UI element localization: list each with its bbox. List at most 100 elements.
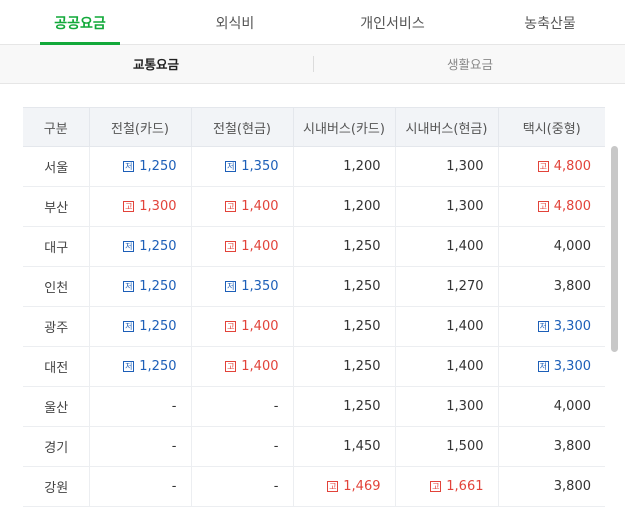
column-header: 택시(중형): [497, 107, 605, 147]
column-header: 시내버스(카드): [292, 107, 395, 147]
high-price-badge: 고: [225, 361, 237, 372]
region-cell: 서울: [23, 146, 89, 187]
price-value: 4,000: [553, 239, 591, 254]
price-cell: 3,800: [497, 266, 605, 307]
price-cell: 1,250: [292, 266, 395, 307]
price-cell: 1,400: [394, 306, 498, 347]
price-cell: 3,800: [497, 466, 605, 507]
low-price-badge: 저: [123, 281, 135, 292]
region-cell: 대구: [23, 226, 89, 267]
price-cell: 1,300: [394, 186, 498, 227]
region-cell: 부산: [23, 186, 89, 227]
tab-dining-costs[interactable]: 외식비: [195, 0, 275, 44]
category-tabs: 공공요금 외식비 개인서비스 농축산물: [0, 0, 625, 45]
price-cell: -: [88, 466, 191, 507]
scrollbar-thumb[interactable]: [611, 146, 618, 352]
price-cell: 고 1,661: [394, 466, 498, 507]
price-value: 1,400: [241, 359, 279, 374]
price-value: 1,400: [241, 319, 279, 334]
subtab-label: 교통요금: [132, 57, 179, 72]
price-value: 1,250: [343, 399, 381, 414]
price-value: 3,800: [553, 279, 591, 294]
price-cell: 고 1,300: [88, 186, 191, 227]
price-value: 1,450: [343, 439, 381, 454]
high-price-badge: 고: [537, 201, 549, 212]
tab-label: 공공요금: [54, 16, 106, 32]
price-cell: 1,400: [394, 346, 498, 387]
low-price-badge: 저: [123, 361, 135, 372]
price-cell: 고 1,400: [190, 306, 293, 347]
price-value: 1,350: [241, 159, 279, 174]
price-cell: -: [88, 386, 191, 427]
price-value: 1,200: [343, 199, 381, 214]
price-cell: 1,300: [394, 146, 498, 187]
price-value: 1,250: [343, 359, 381, 374]
subtab-living-fees[interactable]: 생활요금: [320, 45, 620, 83]
tab-agricultural-products[interactable]: 농축산물: [505, 0, 595, 44]
table-row: 서울 저 1,250 저 1,350 1,200 1,300 고 4,800: [23, 146, 605, 187]
fee-table: 구분 전철(카드) 전철(현금) 시내버스(카드) 시내버스(현금) 택시(중형…: [23, 107, 605, 507]
fee-table-container: 구분 전철(카드) 전철(현금) 시내버스(카드) 시내버스(현금) 택시(중형…: [23, 107, 605, 507]
price-value: 1,270: [446, 279, 484, 294]
high-price-badge: 고: [225, 321, 237, 332]
price-value: 1,400: [446, 359, 484, 374]
region-cell: 광주: [23, 306, 89, 347]
price-value: -: [273, 399, 279, 414]
price-cell: 1,270: [394, 266, 498, 307]
column-header: 구분: [23, 107, 89, 147]
price-value: 4,800: [553, 159, 591, 174]
high-price-badge: 고: [225, 201, 237, 212]
price-cell: 1,200: [292, 186, 395, 227]
price-value: -: [171, 399, 177, 414]
sub-tabs: 교통요금 생활요금: [0, 45, 625, 84]
low-price-badge: 저: [537, 361, 549, 372]
price-cell: 3,800: [497, 426, 605, 467]
table-header-row: 구분 전철(카드) 전철(현금) 시내버스(카드) 시내버스(현금) 택시(중형…: [23, 107, 605, 147]
high-price-badge: 고: [327, 481, 339, 492]
price-value: -: [273, 439, 279, 454]
price-cell: 저 1,350: [190, 146, 293, 187]
low-price-badge: 저: [537, 321, 549, 332]
price-cell: 1,500: [394, 426, 498, 467]
table-row: 대전 저 1,250 고 1,400 1,250 1,400 저 3,300: [23, 346, 605, 387]
price-value: 3,800: [553, 479, 591, 494]
price-cell: 저 1,250: [88, 146, 191, 187]
price-value: 1,661: [446, 479, 484, 494]
price-value: 4,000: [553, 399, 591, 414]
price-cell: 고 1,400: [190, 186, 293, 227]
price-cell: 4,000: [497, 386, 605, 427]
high-price-badge: 고: [123, 201, 135, 212]
price-cell: 1,250: [292, 306, 395, 347]
price-cell: 고 1,469: [292, 466, 395, 507]
price-cell: 저 1,250: [88, 306, 191, 347]
tab-personal-services[interactable]: 개인서비스: [340, 0, 445, 44]
price-value: 1,250: [139, 159, 177, 174]
price-cell: 저 1,250: [88, 346, 191, 387]
tab-label: 농축산물: [524, 16, 576, 32]
price-value: 3,300: [553, 359, 591, 374]
price-cell: 고 1,400: [190, 226, 293, 267]
price-value: 1,469: [343, 479, 381, 494]
table-row: 부산 고 1,300 고 1,400 1,200 1,300 고 4,800: [23, 186, 605, 227]
price-value: 1,250: [343, 239, 381, 254]
low-price-badge: 저: [123, 161, 135, 172]
subtab-label: 생활요금: [446, 57, 493, 72]
price-cell: 고 4,800: [497, 186, 605, 227]
tab-public-fees[interactable]: 공공요금: [40, 0, 120, 45]
price-value: 1,300: [446, 159, 484, 174]
subtab-transport-fees[interactable]: 교통요금: [6, 45, 306, 83]
low-price-badge: 저: [123, 321, 135, 332]
price-cell: 저 3,300: [497, 306, 605, 347]
price-cell: 1,400: [394, 226, 498, 267]
price-cell: -: [190, 386, 293, 427]
price-value: 1,400: [446, 319, 484, 334]
price-value: 3,300: [553, 319, 591, 334]
table-row: 강원 - - 고 1,469 고 1,661 3,800: [23, 466, 605, 507]
column-header: 시내버스(현금): [394, 107, 498, 147]
price-cell: 1,250: [292, 346, 395, 387]
price-cell: 저 3,300: [497, 346, 605, 387]
price-value: -: [273, 479, 279, 494]
region-cell: 강원: [23, 466, 89, 507]
price-cell: -: [88, 426, 191, 467]
price-value: 1,350: [241, 279, 279, 294]
